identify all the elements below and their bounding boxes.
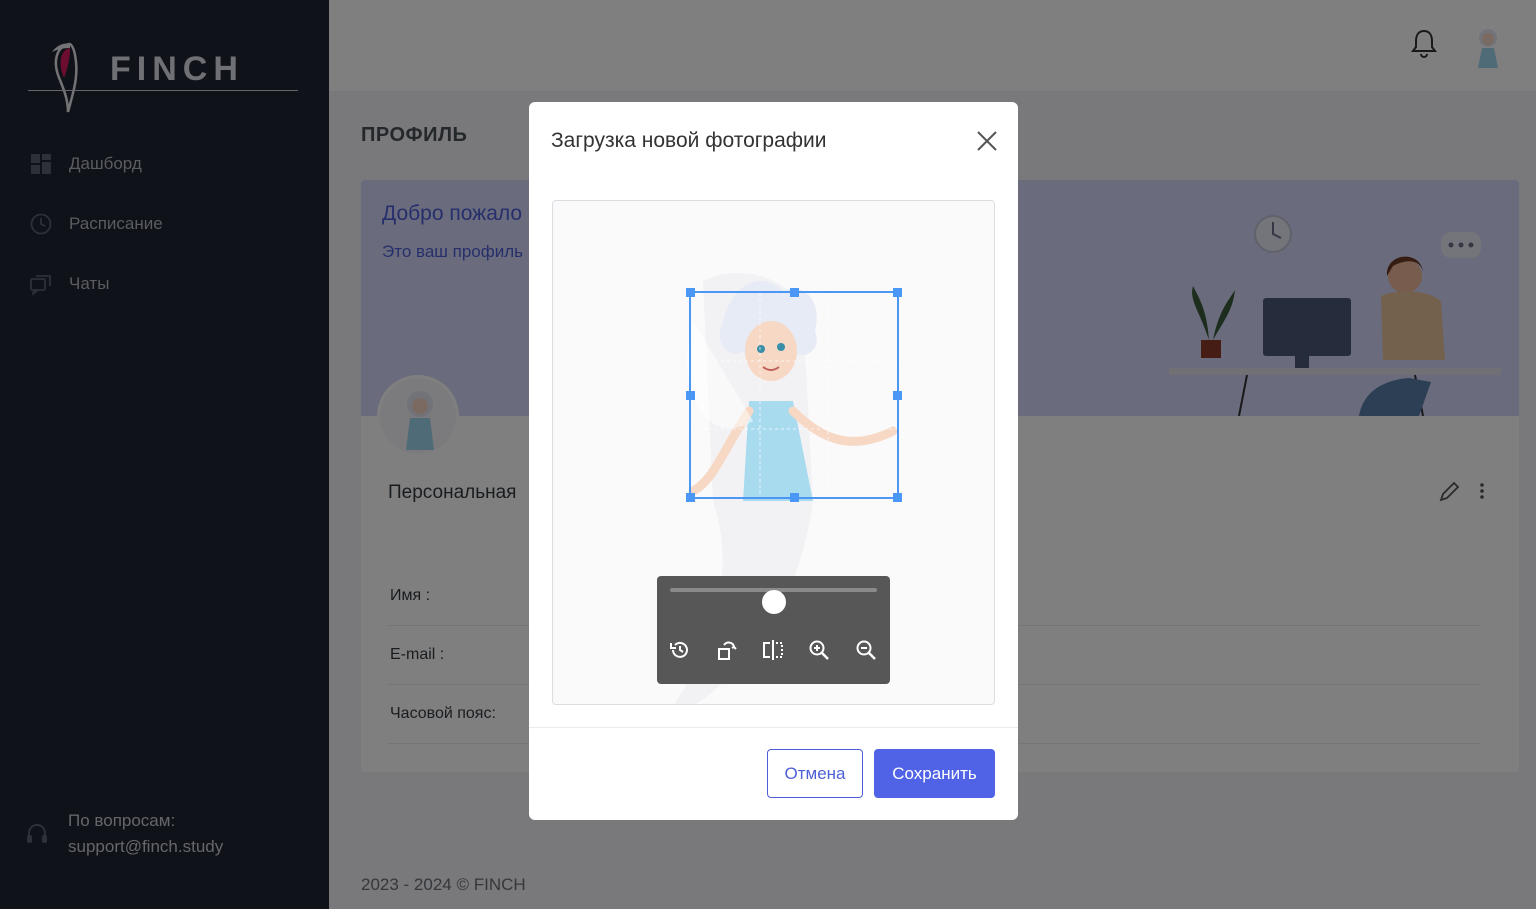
zoom-slider-thumb[interactable] <box>762 590 786 614</box>
crop-handle-ne[interactable] <box>893 288 902 297</box>
crop-handle-w[interactable] <box>686 391 695 400</box>
close-icon[interactable] <box>976 130 998 152</box>
crop-handle-nw[interactable] <box>686 288 695 297</box>
upload-photo-modal: Загрузка новой фотографии Отмена Сохрани… <box>529 102 1018 820</box>
modal-title: Загрузка новой фотографии <box>551 129 827 152</box>
flip-icon[interactable] <box>761 638 785 662</box>
zoom-in-icon[interactable] <box>807 638 831 662</box>
image-cropper[interactable] <box>552 200 995 705</box>
zoom-out-icon[interactable] <box>854 638 878 662</box>
cropper-toolbar <box>657 576 890 684</box>
crop-handle-e[interactable] <box>893 391 902 400</box>
crop-handle-se[interactable] <box>893 493 902 502</box>
cancel-button[interactable]: Отмена <box>767 749 863 798</box>
crop-selection[interactable] <box>686 288 902 502</box>
zoom-slider[interactable] <box>670 588 877 614</box>
rotate-icon[interactable] <box>715 638 739 662</box>
reset-icon[interactable] <box>668 638 692 662</box>
crop-handle-n[interactable] <box>790 288 799 297</box>
crop-handle-sw[interactable] <box>686 493 695 502</box>
crop-handle-s[interactable] <box>790 493 799 502</box>
save-button[interactable]: Сохранить <box>874 749 995 798</box>
crop-grid <box>691 293 897 497</box>
modal-footer-divider <box>529 727 1018 728</box>
